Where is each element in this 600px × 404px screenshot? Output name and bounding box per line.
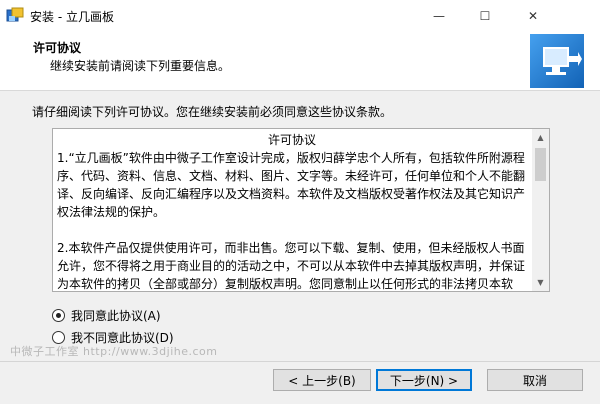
scroll-up-icon[interactable]: ▲ xyxy=(532,129,549,146)
wizard-header: 许可协议 继续安装前请阅读下列重要信息。 xyxy=(0,31,600,91)
close-button[interactable]: ✕ xyxy=(508,0,558,31)
instruction-text: 请仔细阅读下列许可协议。您在继续安装前必须同意这些协议条款。 xyxy=(32,105,393,119)
license-paragraph: 1.“立几画板”软件由中微子工作室设计完成，版权归薛学忠个人所有，包括软件所附源… xyxy=(57,151,526,219)
scroll-thumb[interactable] xyxy=(535,148,546,181)
back-button[interactable]: < 上一步(B) xyxy=(273,369,371,391)
maximize-button[interactable]: ☐ xyxy=(462,0,508,31)
license-heading: 许可协议 xyxy=(267,133,316,147)
title-bar: 安装 - 立几画板 — ☐ ✕ xyxy=(0,0,600,31)
footer-divider xyxy=(0,361,600,362)
license-text-box[interactable]: 许可协议 1.“立几画板”软件由中微子工作室设计完成，版权归薛学忠个人所有，包括… xyxy=(52,128,550,292)
next-button[interactable]: 下一步(N) > xyxy=(376,369,472,391)
page-subtitle: 继续安装前请阅读下列重要信息。 xyxy=(50,59,231,73)
close-icon: ✕ xyxy=(527,8,539,23)
wizard-body: 请仔细阅读下列许可协议。您在继续安装前必须同意这些协议条款。 许可协议 1.“立… xyxy=(0,91,600,404)
watermark-text: 中微子工作室 http://www.3djihe.com xyxy=(10,345,218,358)
vertical-scrollbar[interactable]: ▲ ▼ xyxy=(532,129,549,291)
computer-setup-icon xyxy=(530,34,584,88)
license-content: 许可协议 1.“立几画板”软件由中微子工作室设计完成，版权归薛学忠个人所有，包括… xyxy=(57,131,527,291)
installer-icon xyxy=(6,7,24,22)
minimize-button[interactable]: — xyxy=(416,0,462,31)
scroll-down-icon[interactable]: ▼ xyxy=(532,274,549,291)
page-title: 许可协议 xyxy=(33,41,82,55)
minimize-icon: — xyxy=(433,8,445,23)
accept-label: 我同意此协议(A) xyxy=(71,309,161,323)
accept-option[interactable]: 我同意此协议(A) xyxy=(52,307,161,324)
license-paragraph: 2.本软件产品仅提供使用许可，而非出售。您可以下载、复制、使用，但未经版权人书面… xyxy=(57,241,526,291)
accept-radio[interactable] xyxy=(52,309,65,322)
cancel-button[interactable]: 取消 xyxy=(487,369,583,391)
maximize-icon: ☐ xyxy=(479,8,491,23)
window-title: 安装 - 立几画板 xyxy=(30,10,114,24)
